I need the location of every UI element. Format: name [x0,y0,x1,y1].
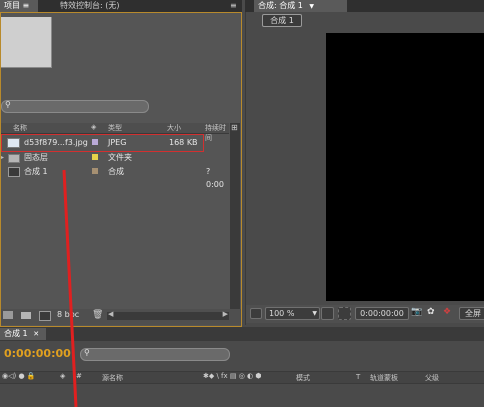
current-time-display[interactable]: 0:00:00:00 [4,347,71,360]
composition-icon [8,167,20,177]
tab-timeline-comp[interactable]: 合成 1 ✕ [0,328,46,340]
project-horizontal-scrollbar[interactable]: ◀ ▶ [107,310,229,320]
timeline-tabbar: 合成 1 ✕ [0,327,484,341]
column-t[interactable]: T [356,373,360,381]
tab-project[interactable]: 项目 ≡ [0,0,38,12]
av-switch-icons[interactable]: ◉◁) ● 🔒 [2,372,36,380]
scroll-right-icon[interactable]: ▶ [223,310,228,318]
close-icon[interactable]: ✕ [33,330,39,338]
thumbnail-preview [1,17,52,68]
column-type[interactable]: 类型 [108,123,122,133]
tab-composition[interactable]: 合成: 合成 1 ▼ [254,0,347,12]
label-swatch [92,168,98,174]
column-parent[interactable]: 父级 [425,373,439,383]
viewer-bottom-toolbar: 100 % ▼ 0:00:00:00 📷 ✿ ❖ 全屏 [246,305,484,323]
item-type: 文件夹 [108,153,132,162]
chevron-down-icon[interactable]: ▼ [312,308,317,319]
label-swatch [92,154,98,160]
resolution-select[interactable]: 全屏 [459,307,484,320]
new-folder-icon[interactable] [21,312,31,319]
composition-viewer: 合成 1 100 % ▼ 0:00:00:00 📷 ✿ ❖ 全屏 [245,12,484,325]
folder-icon [8,154,20,163]
chevron-down-icon[interactable]: ▼ [309,3,314,10]
bpc-label[interactable]: 8 bpc [57,310,79,319]
trash-icon[interactable]: 🗑 [92,310,103,320]
always-preview-icon[interactable] [250,308,262,319]
scroll-left-icon[interactable]: ◀ [108,310,113,318]
viewer-tabbar: 合成: 合成 1 ▼ [245,0,484,12]
item-duration: ? 0:00 [206,167,224,189]
column-size[interactable]: 大小 [167,123,181,133]
item-name: 固态层 [24,153,48,162]
viewer-timecode[interactable]: 0:00:00:00 [355,307,409,320]
region-of-interest-icon[interactable] [338,307,351,320]
channel-rgb-icon[interactable]: ❖ [443,307,451,317]
camera-snapshot-icon[interactable]: 📷 [411,307,422,317]
item-name: 合成 1 [24,167,48,176]
selection-highlight [1,134,204,152]
composition-canvas[interactable] [326,33,484,301]
list-item[interactable]: ▸ 固态层 文件夹 [1,151,229,164]
project-tabbar: 项目 ≡ 特效控制台: (无) ≡ [0,0,242,12]
timeline-panel: 0:00:00:00 ⚲ ◉◁) ● 🔒 ◈ # 源名称 ✱◆ \ fx ▤ ◎… [0,341,484,407]
layer-number-icon[interactable]: # [76,372,82,380]
column-name[interactable]: 名称 [13,123,27,133]
column-source-name[interactable]: 源名称 [102,373,123,383]
search-icon: ⚲ [84,348,90,357]
label-tag-icon[interactable]: ◈ [60,372,65,380]
layer-switches-icons[interactable]: ✱◆ \ fx ▤ ◎ ◐ ⬢ [203,372,262,380]
search-icon: ⚲ [5,100,11,109]
label-tag-icon[interactable]: ◈ [91,123,96,131]
new-composition-icon[interactable] [39,311,51,321]
zoom-select[interactable]: 100 % ▼ [265,307,320,320]
show-snapshot-icon[interactable]: ✿ [427,307,435,317]
project-column-header: 名称 ◈ 类型 大小 持续时间 [1,123,229,142]
breadcrumb[interactable]: 合成 1 [262,14,302,27]
list-item[interactable]: 合成 1 合成 ? 0:00 [3,165,229,189]
project-search-input[interactable]: ⚲ [1,100,149,113]
project-panel: ⚲ 名称 ◈ 类型 大小 持续时间 d53f879...f3.jpg JPEG … [0,12,242,327]
layer-column-header: ◉◁) ● 🔒 ◈ # 源名称 ✱◆ \ fx ▤ ◎ ◐ ⬢ 模式 T 轨道蒙… [0,371,484,384]
timeline-search-input[interactable]: ⚲ [80,348,230,361]
interpret-footage-icon[interactable] [3,311,13,319]
flowchart-icon[interactable]: ⊞ [231,123,238,132]
project-bottom-toolbar: 8 bpc 🗑 ◀ ▶ [1,309,241,325]
column-track-matte[interactable]: 轨道蒙板 [370,373,398,383]
expand-arrow-icon[interactable]: ▸ [1,151,4,164]
fit-region-icon[interactable] [321,307,334,320]
panel-menu-icon[interactable]: ≡ [226,0,241,12]
column-mode[interactable]: 模式 [296,373,310,383]
tab-effect-controls[interactable]: 特效控制台: (无) [56,0,123,12]
item-type: 合成 [108,167,124,176]
project-vertical-scrollbar[interactable]: ⊞ [230,123,240,309]
